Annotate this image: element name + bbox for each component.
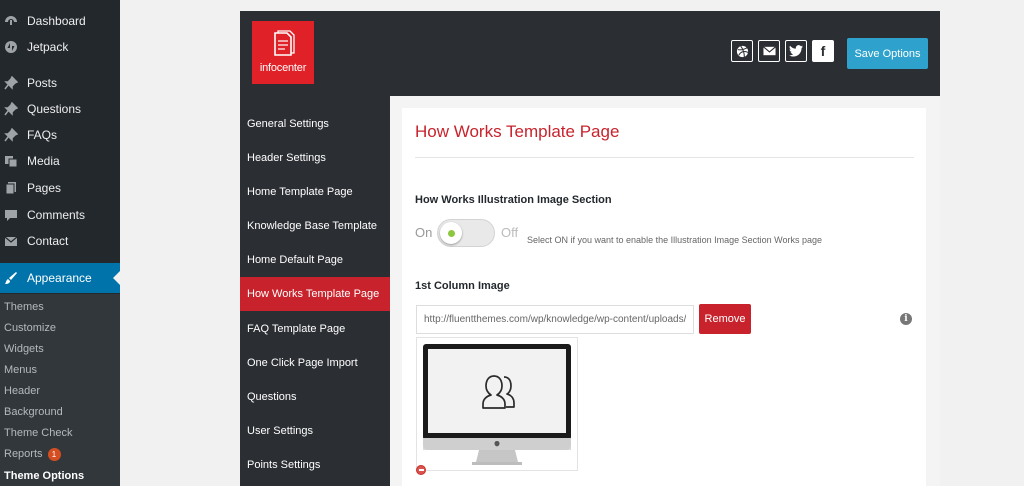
wp-menu-pages[interactable]: Pages xyxy=(0,175,120,201)
submenu-label: Menus xyxy=(4,364,38,376)
jetpack-icon xyxy=(4,40,18,54)
wp-menu-label: Dashboard xyxy=(27,14,86,28)
nav-points-settings[interactable]: Points Settings xyxy=(240,448,390,482)
toggle-help-text: Select ON if you want to enable the Illu… xyxy=(527,235,822,245)
wp-menu-label: Posts xyxy=(27,76,58,90)
column-image-title: 1st Column Image xyxy=(415,280,510,292)
wp-menu-label: Contact xyxy=(27,234,69,248)
wp-menu-label: Appearance xyxy=(27,271,92,285)
submenu-label: Background xyxy=(4,406,63,418)
wp-menu-label: Questions xyxy=(27,102,82,116)
brush-icon xyxy=(4,271,18,285)
image-preview xyxy=(416,337,578,471)
submenu-label: Customize xyxy=(4,322,56,334)
toggle-knob[interactable] xyxy=(440,222,462,244)
logo-text: infocenter xyxy=(259,62,307,74)
submenu-label: Theme Options xyxy=(4,470,85,482)
wp-submenu-menus[interactable]: Menus xyxy=(4,360,37,380)
toggle-off-label: Off xyxy=(501,225,519,240)
reports-count-badge: 1 xyxy=(47,447,61,461)
pin-icon xyxy=(4,128,18,142)
info-icon[interactable]: i xyxy=(900,313,912,325)
wp-menu-label: Pages xyxy=(27,181,62,195)
section-title: How Works Illustration Image Section xyxy=(415,194,612,206)
dribbble-icon[interactable] xyxy=(731,40,753,62)
remove-image-icon[interactable] xyxy=(416,465,426,475)
comment-icon xyxy=(4,208,18,222)
wp-menu-label: Media xyxy=(27,154,60,168)
wp-menu-questions[interactable]: Questions xyxy=(0,96,120,122)
wp-submenu-background[interactable]: Background xyxy=(4,402,63,422)
page-title: How Works Template Page xyxy=(415,122,620,141)
mail-icon xyxy=(4,234,18,248)
wp-menu-label: Comments xyxy=(27,208,86,222)
submenu-label: Reports xyxy=(4,448,43,460)
illustration-section-toggle[interactable] xyxy=(437,219,495,247)
submenu-label: Widgets xyxy=(4,343,44,355)
wp-menu-comments[interactable]: Comments xyxy=(0,202,120,228)
options-header: infocenter f Save Options xyxy=(240,11,940,96)
toggle-on-label: On xyxy=(415,225,433,240)
imac-illustration-icon xyxy=(423,344,571,465)
dashboard-icon xyxy=(4,14,18,28)
nav-home-default-page[interactable]: Home Default Page xyxy=(240,243,390,277)
wp-menu-appearance[interactable]: Appearance xyxy=(0,263,120,293)
wp-submenu-theme-options[interactable]: Theme Options xyxy=(4,466,84,486)
wp-submenu-header[interactable]: Header xyxy=(4,381,40,401)
wp-submenu-reports[interactable]: Reports 1 xyxy=(4,444,61,464)
wp-menu-contact[interactable]: Contact xyxy=(0,228,120,254)
submenu-label: Themes xyxy=(4,301,44,313)
wp-menu-jetpack[interactable]: Jetpack xyxy=(0,34,120,60)
infocenter-logo: infocenter xyxy=(252,21,314,84)
image-url-input[interactable] xyxy=(416,305,694,334)
nav-home-template-page[interactable]: Home Template Page xyxy=(240,175,390,209)
wp-submenu-theme-check[interactable]: Theme Check xyxy=(4,423,72,443)
pin-icon xyxy=(4,76,18,90)
wp-menu-dashboard[interactable]: Dashboard xyxy=(0,8,120,34)
wp-appearance-submenu: Themes Customize Widgets Menus Header Ba… xyxy=(0,294,120,486)
nav-questions[interactable]: Questions xyxy=(240,380,390,414)
submenu-label: Theme Check xyxy=(4,427,73,439)
wp-menu-label: Jetpack xyxy=(27,40,69,54)
submenu-label: Header xyxy=(4,385,41,397)
wp-submenu-widgets[interactable]: Widgets xyxy=(4,339,44,359)
wp-menu-label: FAQs xyxy=(27,128,58,142)
wp-menu-faqs[interactable]: FAQs xyxy=(0,122,120,148)
book-icon xyxy=(270,30,296,58)
toggle-status-dot xyxy=(447,229,455,237)
options-nav: General Settings Header Settings Home Te… xyxy=(240,96,390,486)
title-divider xyxy=(415,157,914,158)
wp-submenu-customize[interactable]: Customize xyxy=(4,318,56,338)
nav-one-click-page-import[interactable]: One Click Page Import xyxy=(240,346,390,380)
nav-general-settings[interactable]: General Settings xyxy=(240,107,390,141)
wp-menu-posts[interactable]: Posts xyxy=(0,70,120,96)
wp-menu-media[interactable]: Media xyxy=(0,148,120,174)
nav-faq-template-page[interactable]: FAQ Template Page xyxy=(240,312,390,346)
pages-icon xyxy=(4,181,18,195)
theme-options-panel: infocenter f Save Options General Settin… xyxy=(240,11,940,486)
nav-how-works-template-page[interactable]: How Works Template Page xyxy=(240,277,390,311)
facebook-icon[interactable]: f xyxy=(812,40,834,62)
nav-header-settings[interactable]: Header Settings xyxy=(240,141,390,175)
media-icon xyxy=(4,154,18,168)
twitter-icon[interactable] xyxy=(785,40,807,62)
save-options-button[interactable]: Save Options xyxy=(847,38,928,69)
settings-content: How Works Template Page How Works Illust… xyxy=(402,108,926,486)
pin-icon xyxy=(4,102,18,116)
wp-submenu-themes[interactable]: Themes xyxy=(4,297,44,317)
remove-button[interactable]: Remove xyxy=(699,304,751,334)
nav-knowledge-base-template[interactable]: Knowledge Base Template xyxy=(240,209,390,243)
wp-admin-sidebar: Dashboard Jetpack Posts Questions FAQs M… xyxy=(0,0,120,486)
nav-user-settings[interactable]: User Settings xyxy=(240,414,390,448)
email-icon[interactable] xyxy=(758,40,780,62)
